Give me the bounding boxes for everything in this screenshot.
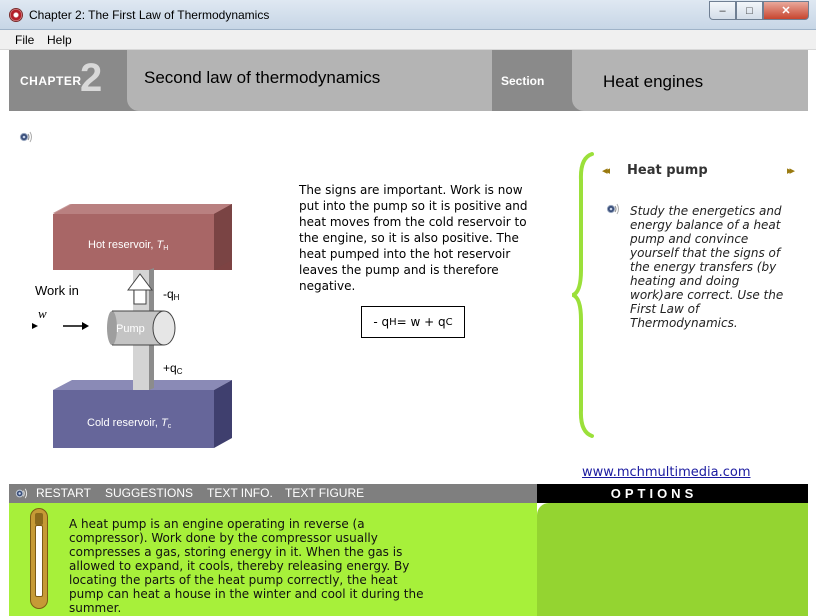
cold-reservoir-label: Cold reservoir, Tc [87, 417, 172, 430]
formula-lhs: - q [373, 315, 390, 329]
menu-file[interactable]: File [15, 33, 34, 47]
work-in-label: Work in [35, 283, 79, 298]
app-icon [9, 8, 23, 22]
heat-pump-figure: Hot reservoir, TH Cold reservoir, Tc Pum… [32, 204, 232, 448]
next-arrow-icon[interactable]: ▸▸ [787, 164, 795, 177]
section-tab[interactable]: Heat engines [572, 50, 808, 111]
hot-reservoir-label: Hot reservoir, TH [88, 239, 168, 252]
chapter-label: CHAPTER [20, 74, 82, 88]
info-text: A heat pump is an engine operating in re… [69, 517, 424, 615]
text-info-button[interactable]: TEXT INFO. [207, 486, 273, 500]
suggestions-button[interactable]: SUGGESTIONS [105, 486, 193, 500]
cold-reservoir: Cold reservoir, Tc [53, 380, 232, 448]
side-brace [572, 152, 594, 438]
close-button[interactable]: ✕ [763, 1, 809, 20]
audio-speaker-icon[interactable] [18, 129, 34, 145]
qc-label: +qC [163, 361, 183, 376]
side-panel-title: Heat pump [627, 163, 708, 178]
chapter-title: Second law of thermodynamics [144, 68, 381, 87]
text-figure-button[interactable]: TEXT FIGURE [285, 486, 364, 500]
info-panel: A heat pump is an engine operating in re… [9, 503, 537, 616]
formula-rhs-sub: C [445, 316, 453, 328]
title-bar: Chapter 2: The First Law of Thermodynami… [0, 0, 816, 30]
pump-label: Pump [116, 323, 145, 335]
hot-reservoir: Hot reservoir, TH [53, 204, 232, 270]
formula-lhs-sub: H [389, 316, 397, 328]
maximize-button[interactable]: □ [736, 1, 763, 20]
chapter-title-tab[interactable]: Second law of thermodynamics [127, 50, 492, 111]
window-controls: – □ ✕ [709, 1, 809, 20]
options-bar[interactable]: OPTIONS [537, 484, 808, 503]
scroll-thumb[interactable] [35, 513, 43, 525]
qh-label: -qH [163, 287, 180, 302]
formula-mid: = w + q [396, 315, 446, 329]
window-title: Chapter 2: The First Law of Thermodynami… [29, 8, 270, 22]
bottom-toolbar: RESTART SUGGESTIONS TEXT INFO. TEXT FIGU… [9, 484, 537, 503]
prev-arrow-icon[interactable]: ◂◂ [602, 164, 610, 177]
section-title: Heat engines [603, 72, 704, 91]
website-link[interactable]: www.mchmultimedia.com [582, 465, 751, 480]
side-audio-icon[interactable] [605, 201, 621, 217]
restart-button[interactable]: RESTART [36, 486, 91, 500]
side-panel-text: Study the energetics and energy balance … [630, 204, 784, 330]
info-scrollbar[interactable] [30, 508, 48, 609]
options-label: OPTIONS [610, 486, 698, 501]
formula-box: - qH = w + qC [361, 306, 465, 338]
work-small-arrow [32, 323, 38, 329]
chapter-header: CHAPTER 2 Second law of thermodynamics S… [9, 50, 808, 111]
work-symbol: w [38, 306, 47, 321]
menu-help[interactable]: Help [47, 33, 72, 47]
main-description: The signs are important. Work is now put… [299, 183, 528, 293]
menu-bar: File Help [0, 30, 816, 50]
minimize-button[interactable]: – [709, 1, 736, 20]
pump-cylinder: Pump [107, 310, 176, 346]
toolbar-audio-icon[interactable] [14, 486, 29, 501]
chapter-number: 2 [80, 56, 103, 100]
options-panel [537, 503, 808, 616]
scroll-track[interactable] [35, 525, 43, 597]
section-label: Section [501, 74, 545, 88]
